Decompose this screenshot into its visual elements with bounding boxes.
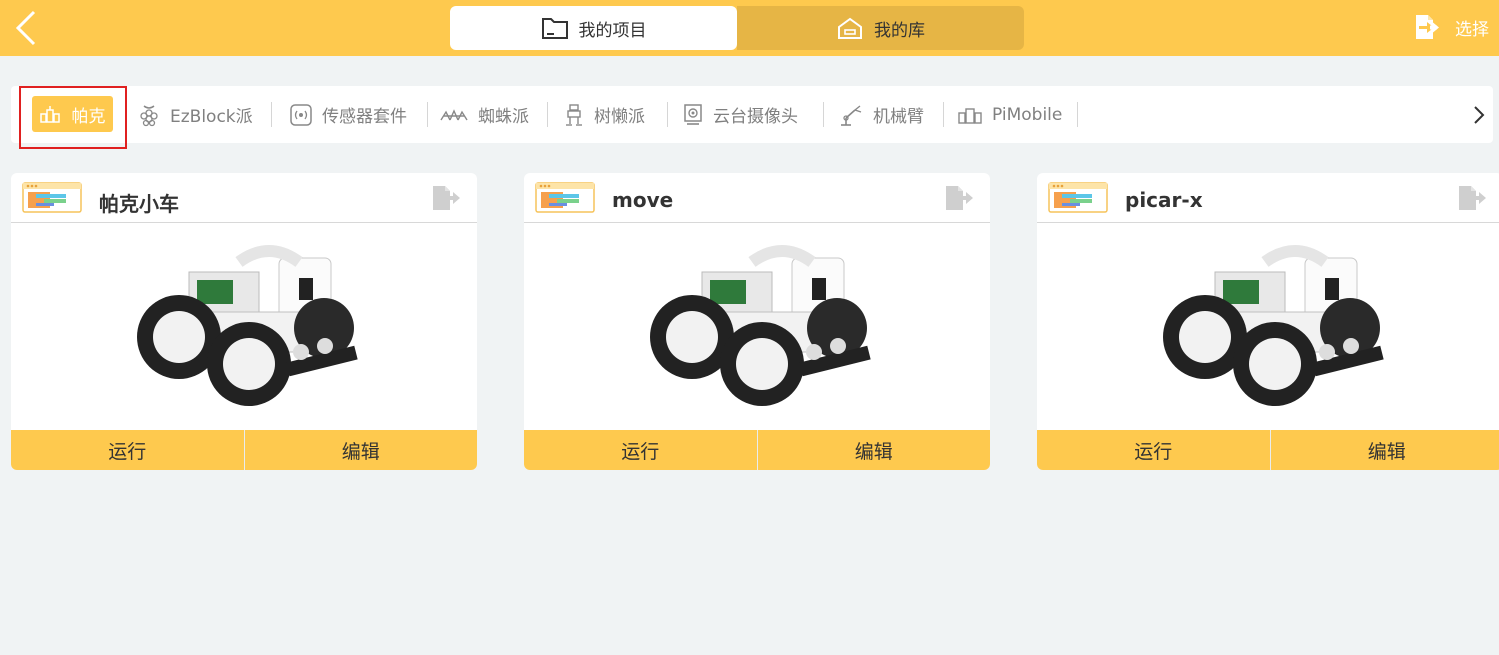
category-item-sloth-pi[interactable]: 树懒派 <box>564 86 645 143</box>
tab-my-projects[interactable]: 我的项目 <box>450 6 737 50</box>
category-item-pan-tilt-camera[interactable]: 云台摄像头 <box>683 86 798 143</box>
robot-car-icon <box>137 244 358 406</box>
category-item-sensor-kit[interactable]: 传感器套件 <box>290 86 407 143</box>
run-button[interactable]: 运行 <box>1037 430 1270 470</box>
tab-my-library-label: 我的库 <box>874 20 925 41</box>
spider-icon <box>440 108 468 120</box>
robot-car-image <box>524 223 990 430</box>
edit-button[interactable]: 编辑 <box>756 430 990 470</box>
export-icon[interactable] <box>1457 184 1487 212</box>
card-actions: 运行 编辑 <box>11 430 477 470</box>
select-label: 选择 <box>1455 19 1489 40</box>
back-button[interactable] <box>12 9 46 47</box>
robot-car-image <box>11 223 477 430</box>
category-label: 云台摄像头 <box>713 107 798 127</box>
card-header: picar-x <box>1037 173 1499 223</box>
top-bar: 我的项目 我的库 选择 <box>0 0 1499 56</box>
robot-car-image <box>1037 223 1499 430</box>
robot-arm-icon <box>841 104 862 126</box>
chevron-left-icon <box>15 10 36 46</box>
category-divider <box>427 102 428 127</box>
category-divider <box>943 102 944 127</box>
project-thumbnail-icon <box>22 182 82 213</box>
pimobile-icon <box>958 107 982 124</box>
category-divider <box>271 102 272 127</box>
robot-car-icon <box>650 244 871 406</box>
category-divider <box>667 102 668 127</box>
run-button[interactable]: 运行 <box>524 430 757 470</box>
card-header: move <box>524 173 990 223</box>
card-title: move <box>612 188 674 212</box>
category-item-pico-active[interactable]: 帕克 <box>32 96 113 132</box>
category-label: 蜘蛛派 <box>478 107 529 127</box>
folder-icon <box>541 18 568 39</box>
card-title: picar-x <box>1125 188 1203 212</box>
pico-bot-icon <box>39 106 60 123</box>
category-item-ezblock-pi[interactable]: EzBlock派 <box>138 86 253 143</box>
category-divider <box>823 102 824 127</box>
project-thumbnail-icon <box>1048 182 1108 213</box>
edit-button[interactable]: 编辑 <box>1269 430 1499 470</box>
project-thumbnail-icon <box>535 182 595 213</box>
category-label: EzBlock派 <box>170 107 253 127</box>
category-label: 传感器套件 <box>322 107 407 127</box>
category-item-pimobile[interactable]: PiMobile <box>958 86 1062 143</box>
category-item-spider-pi[interactable]: 蜘蛛派 <box>440 86 529 143</box>
card-title: 帕克小车 <box>99 192 179 216</box>
export-icon[interactable] <box>944 184 974 212</box>
card-actions: 运行 编辑 <box>524 430 990 470</box>
edit-button[interactable]: 编辑 <box>243 430 477 470</box>
select-button[interactable]: 选择 <box>1413 12 1489 42</box>
category-label: PiMobile <box>992 104 1063 125</box>
category-label: 树懒派 <box>594 107 645 127</box>
category-label: 帕克 <box>71 106 106 127</box>
export-icon <box>1416 15 1439 39</box>
tab-my-library[interactable]: 我的库 <box>737 6 1024 50</box>
raspberry-icon <box>140 104 158 126</box>
card-actions: 运行 编辑 <box>1037 430 1499 470</box>
chevron-right-icon <box>1474 106 1485 124</box>
category-label: 机械臂 <box>873 107 924 127</box>
card-header: 帕克小车 <box>11 173 477 223</box>
home-icon <box>838 17 862 39</box>
category-divider <box>547 102 548 127</box>
category-bar: 帕克 EzBlock派 传感器套件 蜘蛛派 树懒派 云台摄像头 机械臂 PiMo… <box>11 86 1493 143</box>
robot-car-icon <box>1163 244 1384 406</box>
sloth-icon <box>566 103 582 126</box>
tab-my-projects-label: 我的项目 <box>578 20 647 41</box>
export-icon[interactable] <box>431 184 461 212</box>
sensor-icon <box>290 103 312 126</box>
category-divider <box>1077 102 1078 127</box>
category-item-robot-arm[interactable]: 机械臂 <box>839 86 924 143</box>
project-card[interactable]: 帕克小车 运行 编辑 <box>11 173 477 470</box>
project-card[interactable]: move 运行 编辑 <box>524 173 990 470</box>
project-card[interactable]: picar-x 运行 编辑 <box>1037 173 1499 470</box>
camera-icon <box>684 103 702 125</box>
run-button[interactable]: 运行 <box>11 430 244 470</box>
category-next-button[interactable] <box>1471 104 1487 126</box>
